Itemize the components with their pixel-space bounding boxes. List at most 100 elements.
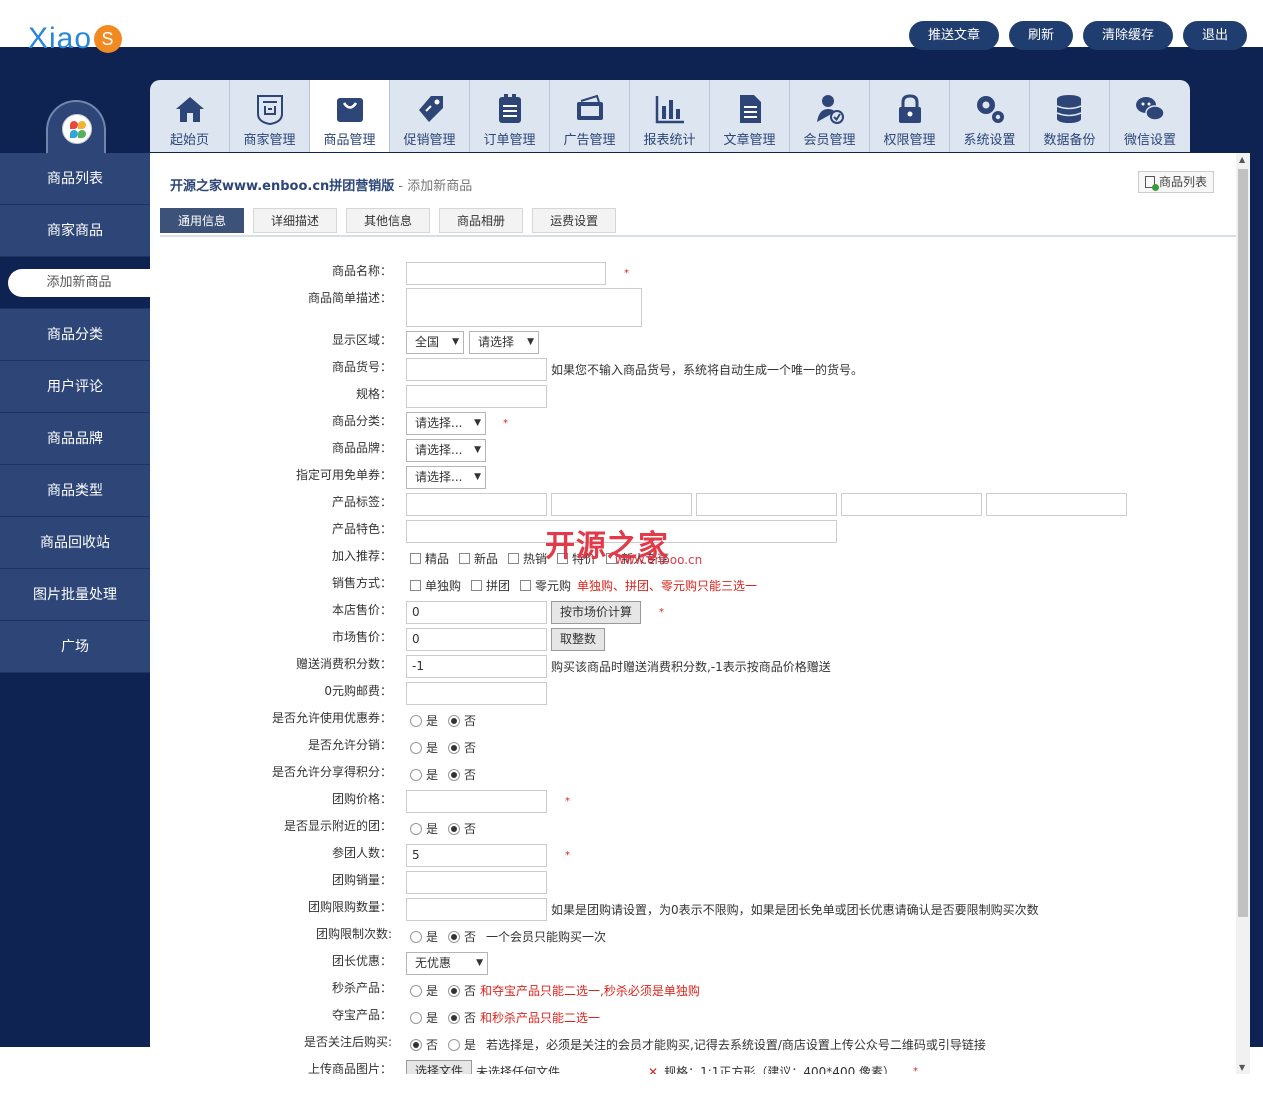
- group-price-input[interactable]: [406, 790, 547, 813]
- logout-button[interactable]: 退出: [1182, 21, 1247, 50]
- breadcrumb: 开源之家www.enboo.cn拼团营销版 - 添加新商品: [170, 179, 473, 194]
- push-article-button[interactable]: 推送文章: [908, 21, 999, 50]
- spec-input[interactable]: [406, 385, 547, 408]
- times-no-radio[interactable]: [448, 930, 461, 943]
- tab-general[interactable]: 通用信息: [160, 208, 245, 233]
- group-limit-input[interactable]: [406, 898, 547, 921]
- sidebar-item-merchant-goods[interactable]: 商家商品: [0, 205, 150, 257]
- share-no-radio[interactable]: [448, 768, 461, 781]
- seckill-yes-radio[interactable]: [410, 984, 422, 997]
- recommend-new-checkbox[interactable]: [459, 553, 471, 564]
- coupon-no-radio[interactable]: [448, 714, 461, 727]
- sidebar-item-comments[interactable]: 用户评论: [0, 361, 150, 413]
- folder-icon: [576, 94, 603, 120]
- tab-members[interactable]: 会员管理: [790, 80, 870, 152]
- refresh-button[interactable]: 刷新: [1008, 21, 1073, 50]
- tag-input-2[interactable]: [551, 493, 692, 516]
- sale-single-checkbox[interactable]: [410, 580, 421, 591]
- clipboard-icon: [498, 94, 521, 123]
- recommend-hot-checkbox[interactable]: [508, 553, 520, 564]
- sale-group-checkbox[interactable]: [471, 580, 483, 591]
- clear-cache-button[interactable]: 清除缓存: [1082, 21, 1173, 50]
- avatar-flower-icon: [62, 114, 92, 144]
- avatar[interactable]: [46, 100, 106, 156]
- follow-yes-radio[interactable]: [448, 1038, 461, 1051]
- tab-wechat[interactable]: 微信设置: [1110, 80, 1190, 152]
- choose-file-button[interactable]: 选择文件: [406, 1060, 473, 1074]
- tab-permissions[interactable]: 权限管理: [870, 80, 950, 152]
- sidebar-item-types[interactable]: 商品类型: [0, 465, 150, 517]
- bottom-spacer: [0, 1047, 150, 1093]
- invalid-x-icon: ✕: [648, 1064, 659, 1075]
- round-button[interactable]: 取整数: [551, 628, 606, 651]
- free-coupon-select[interactable]: 请选择... ▼: [406, 466, 486, 489]
- market-price-input[interactable]: 0: [406, 628, 547, 651]
- vertical-scrollbar[interactable]: ▲ ▼: [1236, 153, 1250, 1074]
- scroll-thumb[interactable]: [1238, 169, 1248, 917]
- tab-promotion[interactable]: 促销管理: [390, 80, 470, 152]
- tab-goods[interactable]: 商品管理: [310, 80, 390, 152]
- give-points-input[interactable]: -1: [406, 655, 547, 678]
- region-country-select[interactable]: 全国 ▼: [406, 331, 464, 354]
- document-icon: [739, 95, 761, 123]
- app-root: Xiao S 推送文章 刷新 清除缓存 退出 起始页 商家管理 商品管理 促销管…: [0, 0, 1263, 1093]
- zero-shipping-input[interactable]: [406, 682, 547, 705]
- sidebar-item-brands[interactable]: 商品品牌: [0, 413, 150, 465]
- goods-sn-input[interactable]: [406, 358, 547, 381]
- tab-orders[interactable]: 订单管理: [470, 80, 550, 152]
- leader-discount-select[interactable]: 无优惠 ▼: [406, 952, 488, 975]
- tab-ads[interactable]: 广告管理: [550, 80, 630, 152]
- tab-reports[interactable]: 报表统计: [630, 80, 710, 152]
- goods-list-button[interactable]: 商品列表: [1138, 171, 1215, 193]
- tag-input-4[interactable]: [841, 493, 982, 516]
- tab-gallery[interactable]: 商品相册: [439, 208, 524, 233]
- coupon-yes-radio[interactable]: [410, 714, 422, 727]
- tag-input-1[interactable]: [406, 493, 547, 516]
- home-icon: [175, 97, 204, 122]
- sidebar-item-category[interactable]: 商品分类: [0, 309, 150, 361]
- tab-merchant[interactable]: 商家管理: [230, 80, 310, 152]
- tag-input-3[interactable]: [696, 493, 837, 516]
- sidebar-item-add-goods[interactable]: 添加新商品: [0, 257, 150, 309]
- dist-yes-radio[interactable]: [410, 741, 422, 754]
- nearby-yes-radio[interactable]: [410, 822, 422, 835]
- tab-backup[interactable]: 数据备份: [1030, 80, 1110, 152]
- scroll-up-arrow[interactable]: ▲: [1239, 155, 1245, 164]
- tab-detail[interactable]: 详细描述: [253, 208, 338, 233]
- nearby-no-radio[interactable]: [448, 822, 461, 835]
- scroll-down-arrow[interactable]: ▼: [1239, 1063, 1245, 1072]
- region-area-select[interactable]: 请选择 ▼: [469, 331, 539, 354]
- tab-articles[interactable]: 文章管理: [710, 80, 790, 152]
- sidebar-item-image-batch[interactable]: 图片批量处理: [0, 569, 150, 621]
- bag-icon: [336, 98, 363, 122]
- treasure-yes-radio[interactable]: [410, 1011, 422, 1024]
- tab-shipping[interactable]: 运费设置: [532, 208, 617, 233]
- tab-other[interactable]: 其他信息: [346, 208, 431, 233]
- calc-by-market-button[interactable]: 按市场价计算: [551, 601, 642, 624]
- module-tabs: 起始页 商家管理 商品管理 促销管理 订单管理 广告管理 报表统计 文章管理 会…: [150, 80, 1190, 152]
- recommend-best-checkbox[interactable]: [410, 553, 421, 564]
- times-yes-radio[interactable]: [410, 930, 422, 943]
- logo-badge: S: [94, 25, 123, 53]
- sidebar-item-recycle[interactable]: 商品回收站: [0, 517, 150, 569]
- follow-no-radio[interactable]: [410, 1038, 422, 1051]
- sidebar-item-goods-list[interactable]: 商品列表: [0, 153, 150, 205]
- tab-settings[interactable]: 系统设置: [950, 80, 1030, 152]
- tag-input-5[interactable]: [986, 493, 1127, 516]
- tab-home[interactable]: 起始页: [150, 80, 230, 152]
- category-select[interactable]: 请选择... ▼: [406, 412, 486, 435]
- treasure-no-radio[interactable]: [448, 1011, 461, 1024]
- dist-no-radio[interactable]: [448, 741, 461, 754]
- share-yes-radio[interactable]: [410, 768, 422, 781]
- brand-select[interactable]: 请选择... ▼: [406, 439, 486, 462]
- tag-icon: [418, 96, 443, 122]
- seckill-no-radio[interactable]: [448, 984, 461, 997]
- goods-name-input[interactable]: [406, 262, 606, 285]
- group-num-input[interactable]: 5: [406, 844, 547, 867]
- sidebar-item-plaza[interactable]: 广场: [0, 621, 150, 673]
- shop-price-input[interactable]: 0: [406, 601, 547, 624]
- sale-zero-checkbox[interactable]: [520, 580, 532, 591]
- group-sales-input[interactable]: [406, 871, 547, 894]
- user-check-icon: [816, 95, 844, 124]
- goods-brief-textarea[interactable]: [406, 288, 642, 327]
